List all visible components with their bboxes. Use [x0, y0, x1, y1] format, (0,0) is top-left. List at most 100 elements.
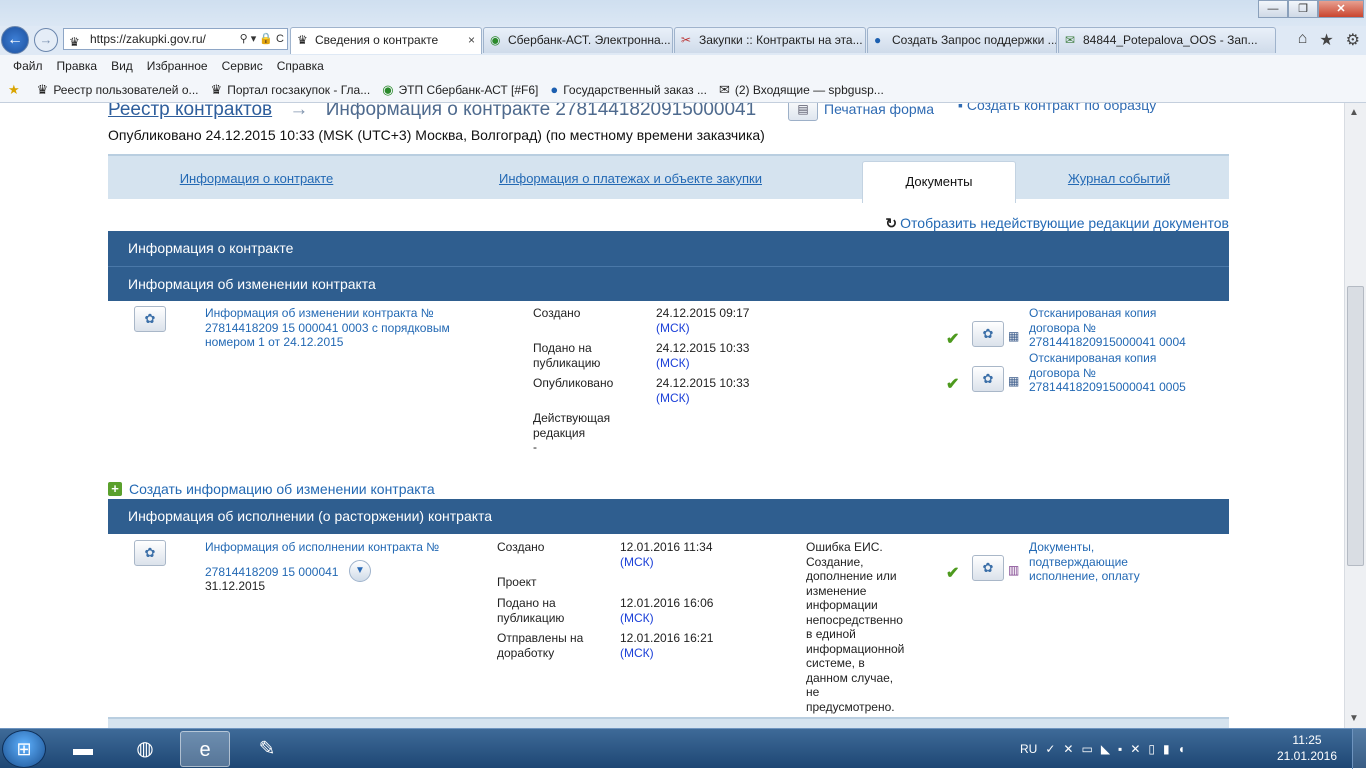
change-current-label: Действующая редакция [533, 411, 611, 440]
menu-help[interactable]: Справка [270, 55, 331, 77]
page-viewport: Реестр контрактов → Информация о контрак… [0, 103, 1344, 728]
back-button[interactable]: ← [1, 26, 29, 54]
envelope-icon: ✉ [718, 81, 730, 97]
certificate-icon[interactable]: ✿ [972, 555, 1004, 581]
chrome-app-icon[interactable]: ◍ [120, 731, 170, 767]
menu-file[interactable]: Файл [6, 55, 50, 77]
checkmark-icon: ✔ [946, 565, 960, 582]
scroll-down-icon[interactable]: ▼ [1349, 713, 1359, 724]
breadcrumb: Реестр контрактов → Информация о контрак… [108, 103, 756, 121]
network-signal-icon[interactable]: ▮ [1163, 742, 1170, 756]
tray-icon-3[interactable]: ▪ [1118, 742, 1122, 756]
menu-edit[interactable]: Правка [50, 55, 105, 77]
attachment-scan-1[interactable]: Отсканированая копия договора № 27814418… [1029, 306, 1199, 350]
favorite-inbox[interactable]: ✉ (2) Входящие — spbgusp... [719, 82, 884, 98]
tray-icon-5[interactable]: ▯ [1148, 742, 1155, 756]
breadcrumb-current: Информация о контракте 27814418209150000… [325, 103, 757, 120]
language-indicator[interactable]: RU [1020, 742, 1037, 756]
favorites-star-icon[interactable]: ★ [1319, 30, 1333, 50]
change-doc-link[interactable]: Информация об изменении контракта № 2781… [205, 306, 465, 350]
tray-icon-2[interactable]: ▭ [1081, 742, 1092, 756]
paint-app-icon[interactable]: ✎ [242, 731, 292, 767]
maximize-button[interactable]: ❐ [1288, 0, 1318, 18]
create-change-info-link[interactable]: + Создать информацию об изменении контрак… [108, 481, 435, 497]
execution-doc-link-line2[interactable]: 27814418209 15 000041 [205, 565, 338, 580]
show-inactive-redactions-link[interactable]: ↻ Отобразить недействующие редакции докум… [885, 215, 1229, 232]
browser-chrome: — ❐ ✕ ← → ♛ https://zakupki.gov.ru/ ⚲ ▾ … [0, 0, 1366, 103]
clock[interactable]: 11:25 21.01.2016 [1272, 732, 1342, 764]
pdf-icon[interactable]: ◣ [1101, 742, 1110, 756]
tab-mail[interactable]: ✉ 84844_Potepalova_OOS - Зап... [1058, 27, 1276, 53]
tab-sberbank[interactable]: ◉ Сбербанк-АСТ. Электронна... [483, 27, 673, 53]
show-desktop-button[interactable] [1352, 729, 1366, 769]
section-change-info-header: Информация об изменении контракта [108, 266, 1229, 301]
russian-emblem-icon: ♛ [69, 35, 80, 49]
change-submitted-value: 24.12.2015 10:33 (МСК) [656, 341, 750, 370]
menu-bar: Файл Правка Вид Избранное Сервис Справка [0, 55, 1366, 77]
tab-contract-info[interactable]: ♛ Сведения о контракте × [290, 27, 482, 54]
execution-doc-link-line1[interactable]: Информация об исполнении контракта № [205, 540, 439, 555]
favorites-add-icon[interactable]: ★ [8, 82, 25, 98]
execution-doc-date: 31.12.2015 [205, 579, 266, 593]
breadcrumb-contract-registry[interactable]: Реестр контрактов [108, 103, 272, 120]
menu-tools[interactable]: Сервис [215, 55, 270, 77]
forward-button[interactable]: → [34, 28, 58, 52]
scanner-app-icon[interactable]: ▬ [58, 731, 108, 767]
navigation-row: ← → ♛ https://zakupki.gov.ru/ ⚲ ▾ 🔒 C ♛ … [0, 24, 1366, 54]
certificate-icon[interactable]: ✿ [134, 306, 166, 332]
certificate-icon[interactable]: ✿ [972, 321, 1004, 347]
tools-icon: ✂ [681, 33, 692, 47]
menu-favorites[interactable]: Избранное [140, 55, 215, 77]
address-tools[interactable]: ⚲ ▾ 🔒 C [236, 29, 284, 49]
attachment-scan-2[interactable]: Отсканированая копия договора № 27814418… [1029, 351, 1199, 395]
change-created-label: Создано [533, 306, 581, 320]
security-icon[interactable]: ✓ [1045, 742, 1055, 756]
plus-icon: + [108, 482, 122, 496]
vertical-scrollbar[interactable]: ▲ ▼ [1344, 103, 1366, 728]
start-button[interactable]: ⊞ [2, 730, 46, 768]
tab-contract-information[interactable]: Информация о контракте [108, 156, 405, 201]
menu-view[interactable]: Вид [104, 55, 140, 77]
execution-attachment-link[interactable]: Документы, подтверждающие исполнение, оп… [1029, 540, 1179, 584]
address-text: https://zakupki.gov.ru/ [90, 32, 206, 46]
change-published-label: Опубликовано [533, 376, 614, 390]
tray-icon-1[interactable]: ✕ [1063, 742, 1073, 756]
russian-emblem-icon: ♛ [36, 81, 49, 97]
chevron-down-icon[interactable]: ▼ [349, 560, 371, 582]
document-file-icon: ▦ [1008, 374, 1020, 388]
favorite-gov-order[interactable]: ● Государственный заказ ... [550, 82, 707, 97]
tab-event-log[interactable]: Журнал событий [1038, 156, 1200, 201]
globe-icon: ● [550, 82, 559, 97]
browser-right-icons: ⌂ ★ ⚙ [1298, 30, 1360, 50]
sberbank-icon: ◉ [382, 81, 394, 97]
favorite-users-registry[interactable]: ♛ Реестр пользователей о... [37, 82, 199, 98]
change-published-value: 24.12.2015 10:33 (МСК) [656, 376, 750, 405]
gear-icon[interactable]: ⚙ [1346, 30, 1360, 50]
volume-icon[interactable]: ◖ [1178, 742, 1185, 756]
tab-zakupki-contracts[interactable]: ✂ Закупки :: Контракты на эта... [674, 27, 866, 53]
tab-support-request[interactable]: ● Создать Запрос поддержки ... [867, 27, 1057, 53]
title-bar: — ❐ ✕ [0, 0, 1366, 26]
home-icon[interactable]: ⌂ [1298, 30, 1308, 50]
minimize-button[interactable]: — [1258, 0, 1288, 18]
section-execution-header: Информация об исполнении (о расторжении)… [108, 499, 1229, 534]
address-bar[interactable]: ♛ https://zakupki.gov.ru/ ⚲ ▾ 🔒 C [63, 28, 288, 50]
scrollbar-thumb[interactable] [1347, 286, 1364, 566]
internet-explorer-app-icon[interactable]: e [180, 731, 230, 767]
execution-error-text: Ошибка ЕИС. Создание, дополнение или изм… [806, 540, 905, 714]
close-tab-icon[interactable]: × [468, 28, 475, 52]
certificate-icon[interactable]: ✿ [972, 366, 1004, 392]
certificate-icon[interactable]: ✿ [134, 540, 166, 566]
window-controls: — ❐ ✕ [1258, 0, 1364, 18]
create-by-sample-link[interactable]: ▪ Создать контракт по образцу [958, 103, 1156, 113]
scroll-up-icon[interactable]: ▲ [1349, 107, 1359, 118]
tray-icon-4[interactable]: ✕ [1130, 742, 1140, 756]
tab-payments-and-object[interactable]: Информация о платежах и объекте закупки [448, 156, 813, 201]
sberbank-icon: ◉ [490, 33, 501, 47]
favorite-sberbank-etp[interactable]: ◉ ЭТП Сбербанк-АСТ [#F6] [382, 82, 538, 98]
favorite-procurement-portal[interactable]: ♛ Портал госзакупок - Гла... [211, 82, 371, 98]
tab-documents[interactable]: Документы [862, 161, 1016, 203]
close-button[interactable]: ✕ [1318, 0, 1364, 18]
print-form-link[interactable]: ▤ Печатная форма [788, 103, 934, 121]
printer-icon: ▤ [788, 103, 818, 121]
